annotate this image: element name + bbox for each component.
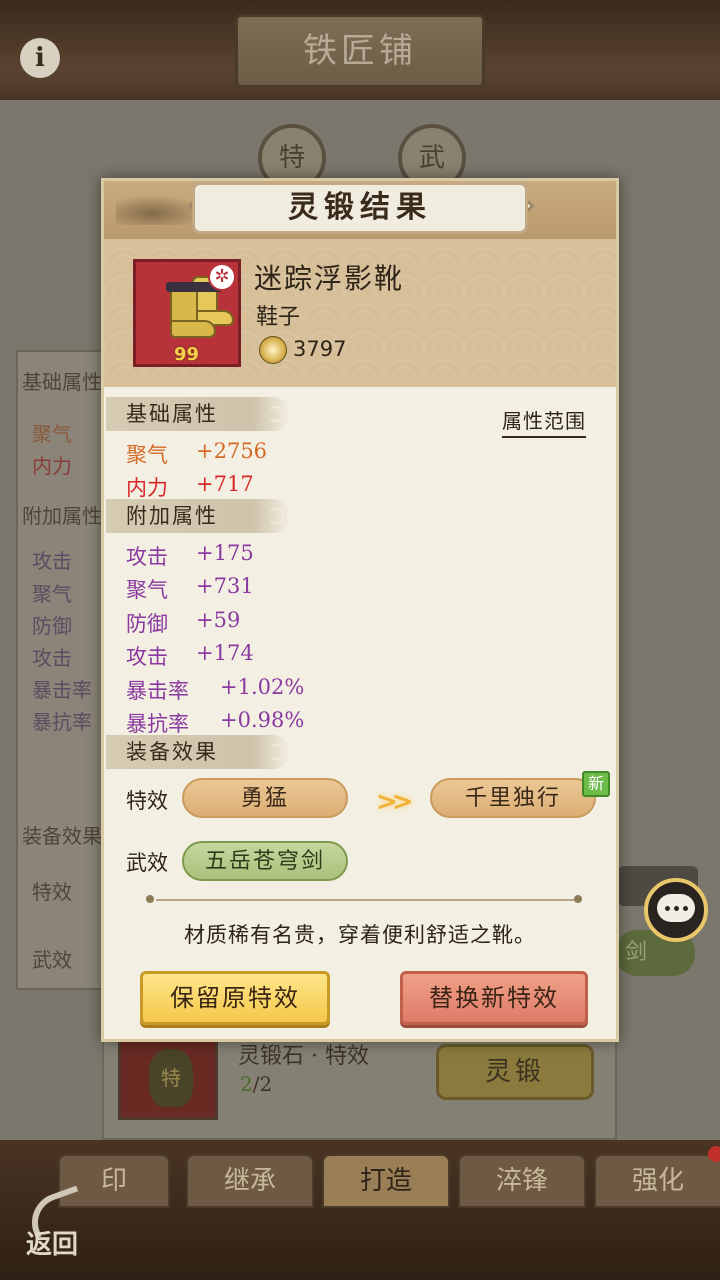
bg-stat: 防御 (32, 614, 72, 638)
tab-enhance[interactable]: 强化 (594, 1154, 720, 1208)
power-value: 3797 (293, 337, 347, 361)
tab-temper[interactable]: 淬锋 (458, 1154, 586, 1208)
base-stat-row: 聚气 +2756 (126, 439, 267, 469)
divider-dot (146, 895, 154, 903)
stat-value: +717 (196, 472, 254, 496)
extra-stat-row: 攻击 +175 (126, 541, 254, 571)
tab-inherit[interactable]: 继承 (186, 1154, 314, 1208)
swirl-icon (268, 406, 284, 422)
bg-stat: 暴抗率 (32, 710, 92, 734)
stat-value: +731 (196, 574, 254, 598)
quality-badge-icon: ✲ (208, 263, 236, 291)
keep-original-button[interactable]: 保留原特效 (140, 971, 330, 1025)
stat-value: +1.02% (220, 675, 305, 699)
weapon-effect[interactable]: 五岳苍穹剑 (182, 841, 348, 881)
stat-value: +174 (196, 641, 254, 665)
stat-key: 防御 (126, 612, 168, 636)
item-summary: 99 ✲ 迷踪浮影靴 鞋子 3797 (104, 239, 616, 387)
forge-stone-thumb[interactable]: 特 (118, 1032, 218, 1120)
new-badge: 新 (582, 771, 610, 797)
swirl-icon (268, 508, 284, 524)
extra-attr-title: 附加属性 (126, 504, 218, 528)
dialog-title: 灵锻结果 (192, 182, 528, 234)
stat-key: 聚气 (126, 443, 168, 467)
stat-value: +2756 (196, 439, 268, 463)
base-stat-row: 内力 +717 (126, 472, 254, 502)
extra-stat-row: 暴抗率 +0.98% (126, 708, 304, 738)
bg-effect-label: 特效 (32, 880, 72, 904)
notification-dot (708, 1146, 720, 1162)
forge-stone-name: 灵锻石 · 特效 (238, 1044, 369, 1069)
equip-effect-title: 装备效果 (126, 740, 218, 764)
bg-stat: 聚气 (32, 582, 72, 606)
bg-base-header: 基础属性 (22, 370, 102, 394)
special-effect-label: 特效 (126, 789, 168, 813)
forge-stone-icon: 特 (149, 1049, 193, 1107)
boot-shape (170, 320, 216, 338)
bg-equip-header: 装备效果 (22, 824, 102, 848)
stat-key: 攻击 (126, 545, 168, 569)
stat-key: 暴击率 (126, 679, 189, 703)
stat-key: 暴抗率 (126, 712, 189, 736)
info-icon[interactable]: i (20, 38, 60, 78)
back-button[interactable]: 返回 (18, 1185, 98, 1262)
dialog-header: 灵锻结果 (104, 181, 616, 239)
divider (156, 899, 578, 901)
divider-dot (574, 895, 582, 903)
extra-stat-row: 防御 +59 (126, 608, 240, 638)
weapon-effect-label: 武效 (126, 851, 168, 875)
attr-range-link[interactable]: 属性范围 (502, 405, 586, 438)
stat-value: +59 (196, 608, 241, 632)
item-description: 材质稀有名贵，穿着便利舒适之靴。 (184, 923, 536, 947)
base-attr-header: 基础属性 (106, 397, 290, 431)
bg-stat: 暴击率 (32, 678, 92, 702)
bg-stat: 聚气 (32, 422, 72, 446)
bg-stat: 攻击 (32, 549, 72, 573)
forge-button[interactable]: 灵锻 (436, 1044, 594, 1100)
new-special-effect[interactable]: 千里独行 (430, 778, 596, 818)
page-title: 铁匠铺 (235, 14, 485, 88)
item-level: 99 (174, 344, 200, 365)
swirl-icon (268, 744, 284, 760)
chat-icon (657, 894, 695, 922)
bg-effect-label: 武效 (32, 948, 72, 972)
bg-extra-header: 附加属性 (22, 504, 102, 528)
bg-stat: 内力 (32, 454, 72, 478)
back-label: 返回 (26, 1230, 79, 1260)
stat-key: 攻击 (126, 645, 168, 669)
boots-item-icon[interactable]: 99 ✲ (133, 259, 241, 367)
stone-need-count: /2 (252, 1072, 273, 1096)
stat-key: 聚气 (126, 578, 168, 602)
stat-value: +0.98% (220, 708, 305, 732)
stone-have-count: 2 (240, 1072, 253, 1096)
arrow-right-icon: >> (376, 787, 413, 817)
item-name: 迷踪浮影靴 (254, 262, 405, 295)
replace-new-button[interactable]: 替换新特效 (400, 971, 588, 1025)
power-icon (259, 336, 287, 364)
item-type: 鞋子 (256, 305, 301, 330)
extra-attr-header: 附加属性 (106, 499, 290, 533)
stat-value: +175 (196, 541, 254, 565)
equip-effect-header: 装备效果 (106, 735, 290, 769)
extra-stat-row: 聚气 +731 (126, 574, 254, 604)
stat-key: 内力 (126, 476, 168, 500)
forge-stone-count: 2/2 (240, 1072, 272, 1096)
extra-stat-row: 攻击 +174 (126, 641, 254, 671)
tab-craft[interactable]: 打造 (322, 1154, 450, 1208)
bg-stat: 攻击 (32, 646, 72, 670)
extra-stat-row: 暴击率 +1.02% (126, 675, 304, 705)
forge-result-dialog: 灵锻结果 99 ✲ 迷踪浮影靴 鞋子 3797 基础属性 属性范围 聚气 +27… (101, 178, 619, 1042)
base-attr-title: 基础属性 (126, 402, 218, 426)
chat-button[interactable] (644, 878, 708, 942)
old-special-effect[interactable]: 勇猛 (182, 778, 348, 818)
